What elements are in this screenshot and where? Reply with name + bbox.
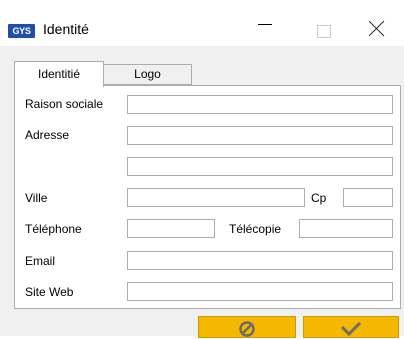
ville-label: Ville: [25, 191, 48, 205]
tab-identite[interactable]: Identitié: [14, 61, 104, 87]
cancel-circle-icon: [239, 321, 255, 337]
adresse-field-line2[interactable]: [127, 157, 393, 176]
cp-label: Cp: [311, 191, 327, 205]
close-button[interactable]: [369, 20, 385, 36]
email-label: Email: [25, 254, 56, 268]
site-web-label: Site Web: [25, 285, 74, 299]
raison-sociale-label: Raison sociale: [25, 97, 104, 111]
ville-field[interactable]: [127, 188, 305, 207]
gys-logo-icon: GYS: [8, 24, 35, 38]
telephone-label: Téléphone: [25, 222, 82, 236]
tab-logo[interactable]: Logo: [103, 64, 192, 85]
cancel-button[interactable]: [198, 316, 296, 338]
site-web-field[interactable]: [127, 282, 393, 301]
maximize-button: [317, 25, 331, 38]
raison-sociale-field[interactable]: [127, 95, 393, 114]
adresse-field-line1[interactable]: [127, 126, 393, 145]
telephone-field[interactable]: [127, 219, 215, 238]
email-field[interactable]: [127, 251, 393, 270]
window-title: Identité: [43, 21, 89, 37]
checkmark-icon: [340, 321, 362, 337]
telecopie-field[interactable]: [299, 219, 393, 238]
cp-field[interactable]: [343, 188, 393, 207]
telecopie-label: Télécopie: [229, 222, 282, 236]
adresse-label: Adresse: [25, 128, 70, 142]
minimize-button[interactable]: [258, 24, 272, 25]
ok-button[interactable]: [303, 316, 399, 338]
